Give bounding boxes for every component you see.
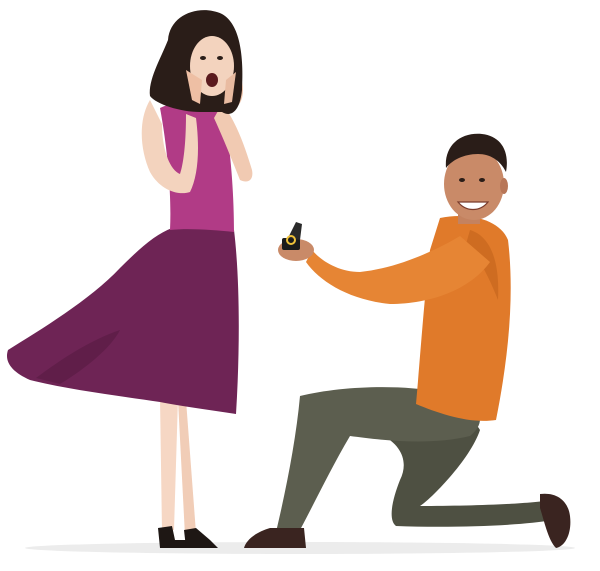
woman-eye-left <box>200 56 206 60</box>
woman-leg-front <box>160 398 178 532</box>
man-eye-left <box>459 178 465 182</box>
woman-skirt <box>6 226 239 414</box>
proposal-scene <box>6 10 575 554</box>
woman-mouth <box>206 73 218 87</box>
woman-shoe-right <box>184 528 218 548</box>
woman-figure <box>6 10 253 548</box>
ring-box <box>282 222 302 250</box>
man-figure <box>244 133 571 548</box>
man-eye-right <box>479 178 485 182</box>
man-shoe-front <box>244 528 306 548</box>
woman-leg-back <box>178 400 196 536</box>
proposal-illustration <box>0 0 600 571</box>
woman-eye-right <box>217 56 223 60</box>
man-shoe-back <box>540 493 571 548</box>
man-ear <box>500 178 508 194</box>
